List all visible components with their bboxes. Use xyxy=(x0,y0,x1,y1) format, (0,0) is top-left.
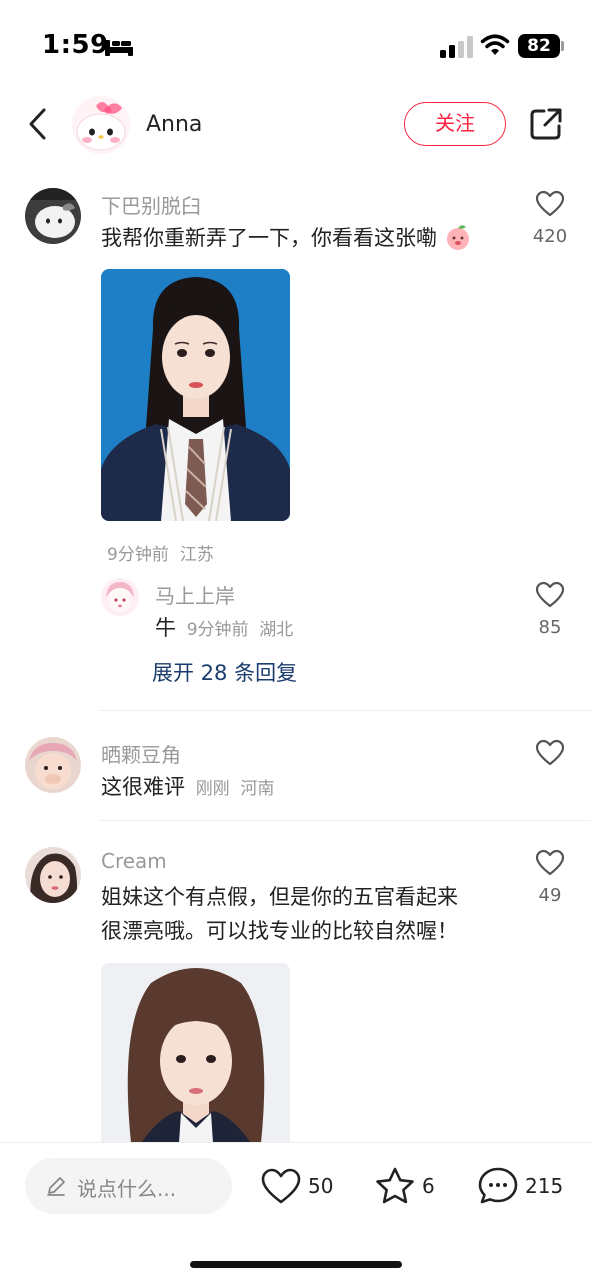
comment-text[interactable]: 姐妹这个有点假，但是你的五官看起来 很漂亮哦。可以找专业的比较自然喔！ xyxy=(101,880,458,948)
commenter-name[interactable]: 晒颗豆角 xyxy=(101,739,181,768)
comment-location: 河南 xyxy=(240,779,275,799)
battery-icon: 82 xyxy=(518,34,560,58)
like-count: 85 xyxy=(538,617,562,638)
input-placeholder: 说点什么... xyxy=(77,1177,177,1201)
commenter-avatar[interactable] xyxy=(25,737,81,793)
bottom-action-bar: 说点什么... 50 6 215 xyxy=(0,1142,591,1280)
comment-time: 9分钟前 xyxy=(107,545,169,565)
battery-cap xyxy=(561,41,564,51)
reply-body: 牛 xyxy=(155,616,176,640)
comment-text[interactable]: 我帮你重新弄了一下，你看看这张嘞 xyxy=(101,221,472,255)
heart-icon[interactable] xyxy=(260,1168,302,1206)
comment-photo[interactable] xyxy=(101,269,290,521)
like-heart-icon[interactable] xyxy=(535,581,565,609)
like-heart-icon[interactable] xyxy=(535,849,565,877)
commenter-avatar[interactable] xyxy=(25,847,81,903)
comment-time: 刚刚 xyxy=(195,779,230,799)
bed-icon xyxy=(105,40,133,56)
replier-name[interactable]: 马上上岸 xyxy=(155,580,235,609)
divider xyxy=(100,710,591,711)
comment-photo[interactable] xyxy=(101,963,290,1143)
cellular-signal-icon xyxy=(440,36,473,58)
commenter-name[interactable]: 下巴别脱臼 xyxy=(101,190,201,219)
pencil-icon xyxy=(47,1177,65,1196)
commenter-avatar[interactable] xyxy=(25,188,81,244)
reply-location: 湖北 xyxy=(259,620,294,640)
like-count: 49 xyxy=(538,885,562,906)
like-count: 420 xyxy=(532,226,568,247)
comment-bubble-icon[interactable] xyxy=(477,1166,519,1206)
author-avatar[interactable] xyxy=(72,96,130,154)
battery-level: 82 xyxy=(527,36,551,56)
back-arrow-icon[interactable] xyxy=(24,106,54,142)
comment-total: 215 xyxy=(525,1174,564,1198)
reply-text[interactable]: 牛 9分钟前 湖北 xyxy=(155,611,293,647)
comment-text[interactable]: 这很难评 刚刚 河南 xyxy=(101,770,274,806)
peach-emoji xyxy=(446,225,469,250)
comment-location: 江苏 xyxy=(179,545,214,565)
like-heart-icon[interactable] xyxy=(535,739,565,767)
star-icon[interactable] xyxy=(374,1166,416,1206)
comment-body-line: 很漂亮哦。可以找专业的比较自然喔！ xyxy=(101,919,458,943)
commenter-name[interactable]: Cream xyxy=(101,849,167,873)
comment-input[interactable]: 说点什么... xyxy=(25,1158,232,1214)
divider xyxy=(100,820,591,821)
wifi-icon xyxy=(480,34,510,55)
expand-replies-link[interactable]: 展开 28 条回复 xyxy=(152,657,297,687)
author-name[interactable]: Anna xyxy=(146,112,202,137)
follow-button[interactable]: 关注 xyxy=(404,102,506,146)
status-time: 1:59 xyxy=(42,30,109,60)
reply-time: 9分钟前 xyxy=(186,620,249,640)
comment-body: 这很难评 xyxy=(101,775,185,799)
replier-avatar[interactable] xyxy=(101,578,139,616)
note-header: Anna 关注 xyxy=(0,90,591,160)
status-bar: 1:59 82 xyxy=(0,0,591,90)
comment-meta: 9分钟前 江苏 xyxy=(107,540,214,565)
comment-body-line: 姐妹这个有点假，但是你的五官看起来 xyxy=(101,885,458,909)
star-total: 6 xyxy=(422,1174,435,1198)
home-indicator[interactable] xyxy=(190,1261,402,1268)
comment-body: 我帮你重新弄了一下，你看看这张嘞 xyxy=(101,226,437,250)
like-total: 50 xyxy=(308,1174,334,1198)
like-heart-icon[interactable] xyxy=(535,190,565,218)
share-icon[interactable] xyxy=(528,106,564,142)
